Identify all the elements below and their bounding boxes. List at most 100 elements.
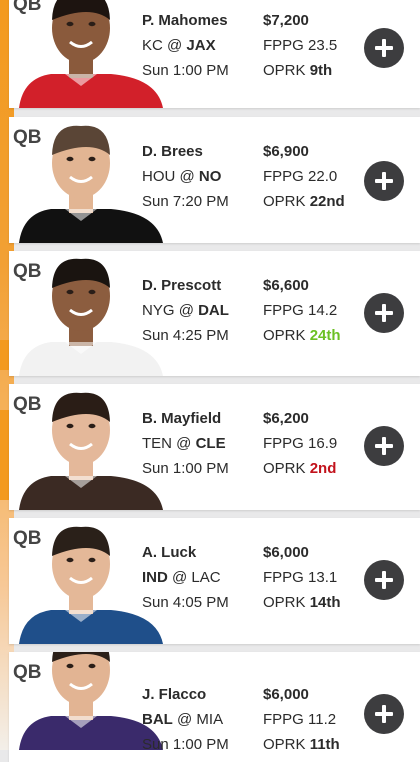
eye-shape (88, 156, 96, 162)
fppg-label: FPPG (263, 302, 304, 319)
matchup-opponent: CLE (195, 435, 226, 452)
player-info: B. Mayfield TEN @ CLE Sun 1:00 PM (142, 406, 229, 481)
oprk-value: 11th (309, 736, 340, 753)
salary: $6,000 (263, 686, 309, 703)
game-time: Sun 4:05 PM (142, 594, 229, 611)
matchup-opponent: MIA (196, 711, 224, 728)
game-time: Sun 7:20 PM (142, 193, 229, 210)
matchup-team: BAL (142, 711, 173, 728)
oprk-value: 2nd (309, 460, 337, 477)
player-name: J. Flacco (142, 686, 207, 703)
oprk-row: OPRK 9th (263, 58, 337, 83)
player-card[interactable]: QB P. Mahomes KC @ JAX Sun 1:00 PM $7,20… (9, 0, 420, 108)
player-stats: $6,600 FPPG 14.2 OPRK 24th (263, 273, 341, 348)
add-player-button[interactable] (364, 560, 404, 600)
eye-shape (66, 156, 74, 162)
player-card[interactable]: QB J. Flacco BAL @ MIA Sun 1:00 PM $6,00… (9, 652, 420, 762)
eye-shape (88, 289, 96, 295)
player-name: D. Brees (142, 143, 203, 160)
oprk-label: OPRK (263, 594, 306, 611)
matchup-team: IND (142, 569, 168, 586)
salary: $6,900 (263, 143, 309, 160)
matchup: NYG @ DAL (142, 298, 229, 323)
oprk-row: OPRK 14th (263, 590, 341, 615)
game-time: Sun 1:00 PM (142, 460, 229, 477)
fppg-row: FPPG 22.0 (263, 164, 345, 189)
game-time: Sun 1:00 PM (142, 62, 229, 79)
fppg-row: FPPG 13.1 (263, 565, 341, 590)
oprk-row: OPRK 11th (263, 732, 340, 757)
matchup-team: NYG (142, 302, 175, 319)
matchup: KC @ JAX (142, 33, 229, 58)
salary: $7,200 (263, 12, 309, 29)
oprk-value: 9th (309, 62, 333, 79)
player-info: P. Mahomes KC @ JAX Sun 1:00 PM (142, 8, 229, 83)
at-symbol: @ (179, 168, 195, 185)
fppg-value: 14.2 (308, 302, 338, 319)
jersey-shape (19, 476, 163, 510)
fppg-row: FPPG 23.5 (263, 33, 337, 58)
at-symbol: @ (172, 569, 188, 586)
player-card[interactable]: QB B. Mayfield TEN @ CLE Sun 1:00 PM $6,… (9, 384, 420, 510)
player-card[interactable]: QB D. Brees HOU @ NO Sun 7:20 PM $6,900 … (9, 117, 420, 243)
game-time: Sun 1:00 PM (142, 736, 229, 753)
player-stats: $6,000 FPPG 11.2 OPRK 11th (263, 682, 340, 757)
fppg-label: FPPG (263, 435, 304, 452)
player-info: D. Prescott NYG @ DAL Sun 4:25 PM (142, 273, 229, 348)
oprk-value: 14th (309, 594, 341, 611)
fppg-row: FPPG 14.2 (263, 298, 341, 323)
player-list: QB P. Mahomes KC @ JAX Sun 1:00 PM $7,20… (0, 0, 420, 762)
player-card[interactable]: QB D. Prescott NYG @ DAL Sun 4:25 PM $6,… (9, 251, 420, 376)
salary: $6,000 (263, 544, 309, 561)
matchup-opponent: NO (198, 168, 222, 185)
player-stats: $7,200 FPPG 23.5 OPRK 9th (263, 8, 337, 83)
add-player-button[interactable] (364, 161, 404, 201)
oprk-label: OPRK (263, 460, 306, 477)
matchup-opponent: JAX (186, 37, 216, 54)
player-name: A. Luck (142, 544, 197, 561)
matchup-opponent: DAL (198, 302, 229, 319)
oprk-label: OPRK (263, 193, 306, 210)
fppg-label: FPPG (263, 569, 304, 586)
jersey-shape (19, 209, 163, 243)
player-info: J. Flacco BAL @ MIA Sun 1:00 PM (142, 682, 229, 757)
eye-shape (88, 423, 96, 429)
oprk-value: 24th (309, 327, 341, 344)
head-shape (52, 652, 110, 705)
eye-shape (88, 663, 96, 669)
oprk-row: OPRK 24th (263, 323, 341, 348)
matchup: BAL @ MIA (142, 707, 229, 732)
matchup: IND @ LAC (142, 565, 229, 590)
fppg-label: FPPG (263, 711, 304, 728)
eye-shape (66, 21, 74, 27)
matchup-team: TEN (142, 435, 172, 452)
at-symbol: @ (177, 711, 193, 728)
player-info: A. Luck IND @ LAC Sun 4:05 PM (142, 540, 229, 615)
player-stats: $6,900 FPPG 22.0 OPRK 22nd (263, 139, 345, 214)
at-symbol: @ (178, 302, 194, 319)
add-player-button[interactable] (364, 28, 404, 68)
eye-shape (66, 557, 74, 563)
fppg-row: FPPG 11.2 (263, 707, 340, 732)
oprk-row: OPRK 22nd (263, 189, 345, 214)
game-time: Sun 4:25 PM (142, 327, 229, 344)
oprk-row: OPRK 2nd (263, 456, 337, 481)
player-name: B. Mayfield (142, 410, 222, 427)
player-card[interactable]: QB A. Luck IND @ LAC Sun 4:05 PM $6,000 … (9, 518, 420, 644)
oprk-label: OPRK (263, 736, 306, 753)
eye-shape (88, 21, 96, 27)
add-player-button[interactable] (364, 426, 404, 466)
eye-shape (66, 663, 74, 669)
eye-shape (66, 423, 74, 429)
fppg-value: 23.5 (308, 37, 338, 54)
player-name: P. Mahomes (142, 12, 228, 29)
at-symbol: @ (167, 37, 183, 54)
player-info: D. Brees HOU @ NO Sun 7:20 PM (142, 139, 229, 214)
eye-shape (88, 557, 96, 563)
oprk-label: OPRK (263, 327, 306, 344)
matchup: TEN @ CLE (142, 431, 229, 456)
oprk-label: OPRK (263, 62, 306, 79)
at-symbol: @ (176, 435, 192, 452)
add-player-button[interactable] (364, 694, 404, 734)
add-player-button[interactable] (364, 293, 404, 333)
